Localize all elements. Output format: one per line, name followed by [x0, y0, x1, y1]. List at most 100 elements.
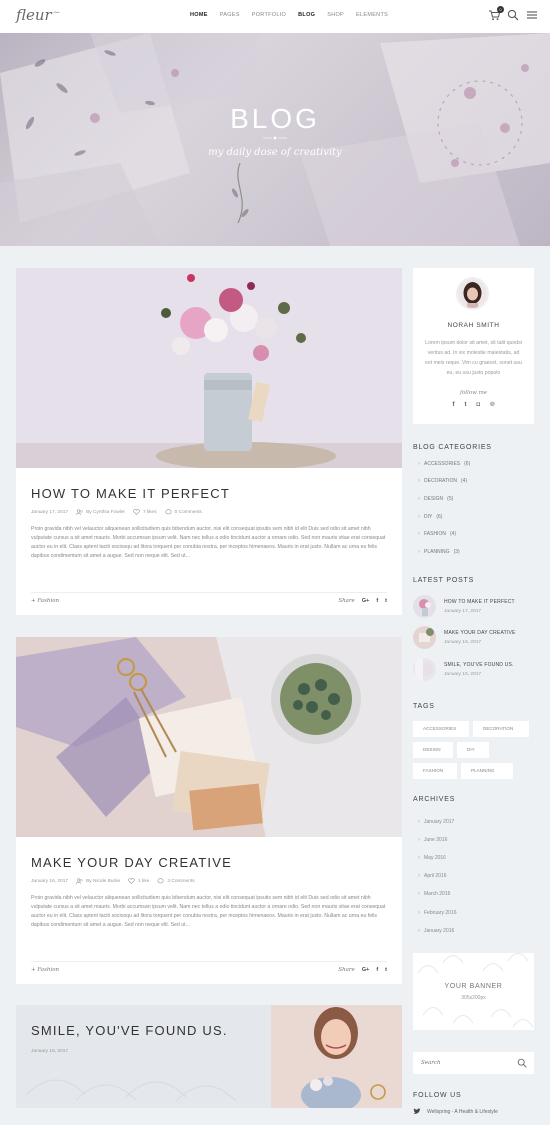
latest-post-item[interactable]: MAKE YOUR DAY CREATIVE January 16, 2017 — [413, 626, 516, 649]
latest-post-thumbnail — [413, 658, 436, 681]
post-title[interactable]: HOW TO MAKE IT PERFECT — [31, 486, 230, 501]
chevron-right-icon: › — [418, 873, 420, 880]
chevron-right-icon: › — [418, 513, 420, 520]
site-logo[interactable]: fleur~ — [16, 6, 60, 24]
blog-post-card: MAKE YOUR DAY CREATIVE January 16, 2017 … — [16, 637, 402, 984]
ad-banner[interactable]: YOUR BANNER 305x200px — [413, 953, 534, 1030]
chevron-right-icon: › — [418, 478, 420, 485]
search-icon[interactable] — [507, 9, 519, 21]
main-nav: HOME PAGES PORTFOLIO BLOG SHOP ELEMENTS — [190, 12, 388, 18]
post-date[interactable]: January 16, 2017 — [31, 879, 68, 884]
latest-post-title: MAKE YOUR DAY CREATIVE — [444, 630, 516, 636]
archive-item[interactable]: › May 2016 — [418, 849, 457, 867]
tag-cloud: ACCESSORIES DECORATION DESIGN DIY FASHIO… — [413, 721, 533, 779]
archive-label: January 2017 — [424, 819, 455, 826]
archives-heading: ARCHIVES — [413, 796, 456, 803]
tag-diy[interactable]: DIY — [457, 742, 489, 758]
share-label: Share — [338, 597, 355, 604]
post-author-text: By Nicole Burke — [86, 878, 121, 884]
nav-blog[interactable]: BLOG — [298, 12, 315, 18]
nav-elements[interactable]: ELEMENTS — [356, 12, 388, 18]
twitter-icon[interactable]: t — [385, 598, 387, 604]
category-label: DECORATION — [424, 478, 457, 485]
search-icon[interactable] — [517, 1058, 527, 1068]
tag-design[interactable]: DESIGN — [413, 742, 453, 758]
nav-home[interactable]: HOME — [190, 12, 208, 18]
post-featured-image[interactable] — [16, 637, 402, 837]
archive-item[interactable]: › January 2016 — [418, 922, 457, 940]
facebook-icon[interactable]: f — [376, 967, 378, 973]
follow-item[interactable]: Wellspring - A Health & Lifestyle — [413, 1108, 498, 1115]
post-likes[interactable]: 1 like — [128, 878, 149, 884]
archive-item[interactable]: › April 2016 — [418, 867, 457, 885]
latest-post-date: January 16, 2017 — [444, 640, 482, 645]
post-featured-image[interactable] — [16, 268, 402, 468]
archive-item[interactable]: › June 2016 — [418, 831, 457, 849]
archive-item[interactable]: › January 2017 — [418, 813, 457, 831]
author-bio: Lorem ipsum dolor sit amet, sit talit qu… — [425, 340, 522, 376]
woman-thumb — [413, 658, 436, 681]
post-comments-text: 3 Comments — [167, 878, 195, 884]
category-item-decoration[interactable]: › DECORATION (4) — [418, 473, 470, 491]
google-plus-icon[interactable]: G+ — [362, 598, 370, 604]
post-comments-text: 0 Comments — [174, 509, 202, 515]
pinterest-icon[interactable]: ℗ — [490, 402, 494, 408]
post-meta: January 17, 2017 By Cynthia Fowler 7 lik… — [31, 509, 202, 515]
nav-shop[interactable]: SHOP — [327, 12, 344, 18]
latest-post-item[interactable]: SMILE, YOU'VE FOUND US. January 15, 2017 — [413, 658, 514, 681]
post-title[interactable]: SMILE, YOU'VE FOUND US. — [31, 1023, 228, 1038]
tag-accessories[interactable]: ACCESSORIES — [413, 721, 469, 737]
category-item-design[interactable]: › DESIGN (5) — [418, 490, 470, 508]
tag-decoration[interactable]: DECORATION — [473, 721, 529, 737]
facebook-icon[interactable]: f — [452, 402, 454, 408]
tag-fashion[interactable]: FASHION — [413, 763, 457, 779]
post-likes[interactable]: 7 likes — [133, 509, 157, 515]
page-subtitle: my daily dose of creativity — [208, 147, 342, 158]
author-avatar[interactable] — [456, 277, 489, 310]
post-date[interactable]: January 17, 2017 — [31, 510, 68, 515]
post-meta: January 15, 2017 — [31, 1049, 68, 1054]
blog-post-card-featured[interactable]: SMILE, YOU'VE FOUND US. January 15, 2017 — [16, 1005, 402, 1108]
logo-swirl-icon: ~ — [52, 8, 61, 18]
nav-portfolio[interactable]: PORTFOLIO — [252, 12, 286, 18]
post-share: Share G+ f t — [338, 598, 387, 604]
archive-item[interactable]: › February 2016 — [418, 903, 457, 921]
chevron-right-icon: › — [418, 927, 420, 934]
smiling-woman-image — [16, 1005, 402, 1108]
post-footer: + Fashion Share G+ f t — [31, 961, 387, 977]
cart-button[interactable]: 0 — [488, 6, 504, 21]
google-plus-icon[interactable]: G+ — [362, 967, 370, 973]
nav-pages[interactable]: PAGES — [220, 12, 240, 18]
facebook-icon[interactable]: f — [376, 598, 378, 604]
post-category[interactable]: + Fashion — [31, 967, 59, 973]
user-icon — [76, 509, 83, 515]
chevron-right-icon: › — [418, 460, 420, 467]
logo-text: fleur — [16, 6, 52, 24]
post-date[interactable]: January 15, 2017 — [31, 1049, 68, 1054]
twitter-icon[interactable]: t — [385, 967, 387, 973]
category-item-fashion[interactable]: › FASHION (4) — [418, 525, 470, 543]
archive-item[interactable]: › March 2016 — [418, 885, 457, 903]
category-item-accessories[interactable]: › ACCESSORIES (6) — [418, 455, 470, 473]
post-author[interactable]: By Nicole Burke — [76, 878, 120, 884]
post-author-text: By Cynthia Fowler — [86, 509, 125, 515]
post-author[interactable]: By Cynthia Fowler — [76, 509, 125, 515]
post-comments[interactable]: 0 Comments — [165, 509, 202, 515]
latest-post-thumbnail — [413, 595, 436, 618]
twitter-icon[interactable]: t — [464, 402, 466, 408]
post-comments[interactable]: 3 Comments — [157, 878, 195, 884]
tag-planning[interactable]: PLANNING — [461, 763, 513, 779]
category-item-planning[interactable]: › PLANNING (3) — [418, 543, 470, 561]
succulent-flatlay-image — [16, 637, 402, 837]
post-title[interactable]: MAKE YOUR DAY CREATIVE — [31, 855, 232, 870]
menu-icon[interactable] — [526, 9, 538, 21]
instagram-icon[interactable]: ◘ — [476, 402, 480, 408]
post-category[interactable]: + Fashion — [31, 598, 59, 604]
search-input[interactable] — [413, 1052, 513, 1074]
author-photo — [458, 279, 487, 308]
chevron-right-icon: › — [418, 891, 420, 898]
latest-post-item[interactable]: HOW TO MAKE IT PERFECT January 17, 2017 — [413, 595, 515, 618]
category-count: (4) — [449, 531, 457, 538]
follow-us-heading: FOLLOW US — [413, 1092, 462, 1099]
category-item-diy[interactable]: › DIY (6) — [418, 508, 470, 526]
